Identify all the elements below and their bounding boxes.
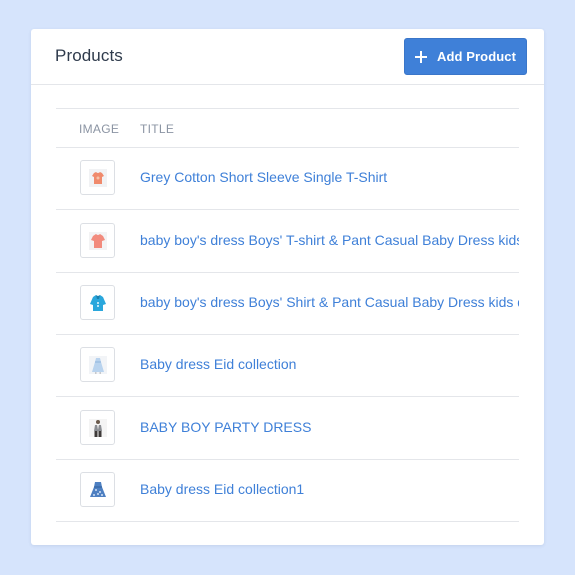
table-row[interactable]: Grey Cotton Short Sleeve Single T-Shirt — [56, 147, 519, 210]
light-blue-dress-icon[interactable] — [80, 347, 115, 382]
table-row[interactable]: Baby dress Eid collection1 — [56, 459, 519, 522]
page-title: Products — [55, 46, 123, 65]
blue-shirt-icon[interactable] — [80, 285, 115, 320]
products-table: IMAGE TITLE Grey Cotton Short Sleeve Sin… — [56, 108, 519, 522]
products-card: Products Add Product IMAGE TITLE Grey Co… — [31, 29, 544, 545]
boy-party-outfit-icon[interactable] — [80, 410, 115, 445]
plus-icon — [414, 50, 427, 63]
product-title-link[interactable]: Baby dress Eid collection1 — [140, 481, 304, 497]
column-header-title: TITLE — [140, 122, 175, 136]
product-title-link[interactable]: baby boy's dress Boys' Shirt & Pant Casu… — [140, 294, 519, 310]
add-product-label: Add Product — [436, 49, 517, 64]
table-row[interactable]: Baby dress Eid collection — [56, 334, 519, 397]
product-title-link[interactable]: Baby dress Eid collection — [140, 356, 296, 372]
table-header: IMAGE TITLE — [56, 109, 519, 148]
table-row[interactable]: baby boy's dress Boys' Shirt & Pant Casu… — [56, 272, 519, 335]
column-header-image: IMAGE — [79, 122, 120, 136]
table-row[interactable]: baby boy's dress Boys' T-shirt & Pant Ca… — [56, 210, 519, 273]
orange-tshirt-icon[interactable] — [80, 160, 115, 195]
product-title-link[interactable]: Grey Cotton Short Sleeve Single T-Shirt — [140, 169, 387, 185]
add-product-button[interactable]: Add Product — [404, 38, 527, 75]
table-row[interactable]: BABY BOY PARTY DRESS — [56, 397, 519, 460]
card-header: Products Add Product — [31, 29, 544, 85]
product-title-link[interactable]: baby boy's dress Boys' T-shirt & Pant Ca… — [140, 232, 519, 248]
pink-tshirt-icon[interactable] — [80, 223, 115, 258]
product-title-link[interactable]: BABY BOY PARTY DRESS — [140, 419, 311, 435]
blue-floral-dress-icon[interactable] — [80, 472, 115, 507]
